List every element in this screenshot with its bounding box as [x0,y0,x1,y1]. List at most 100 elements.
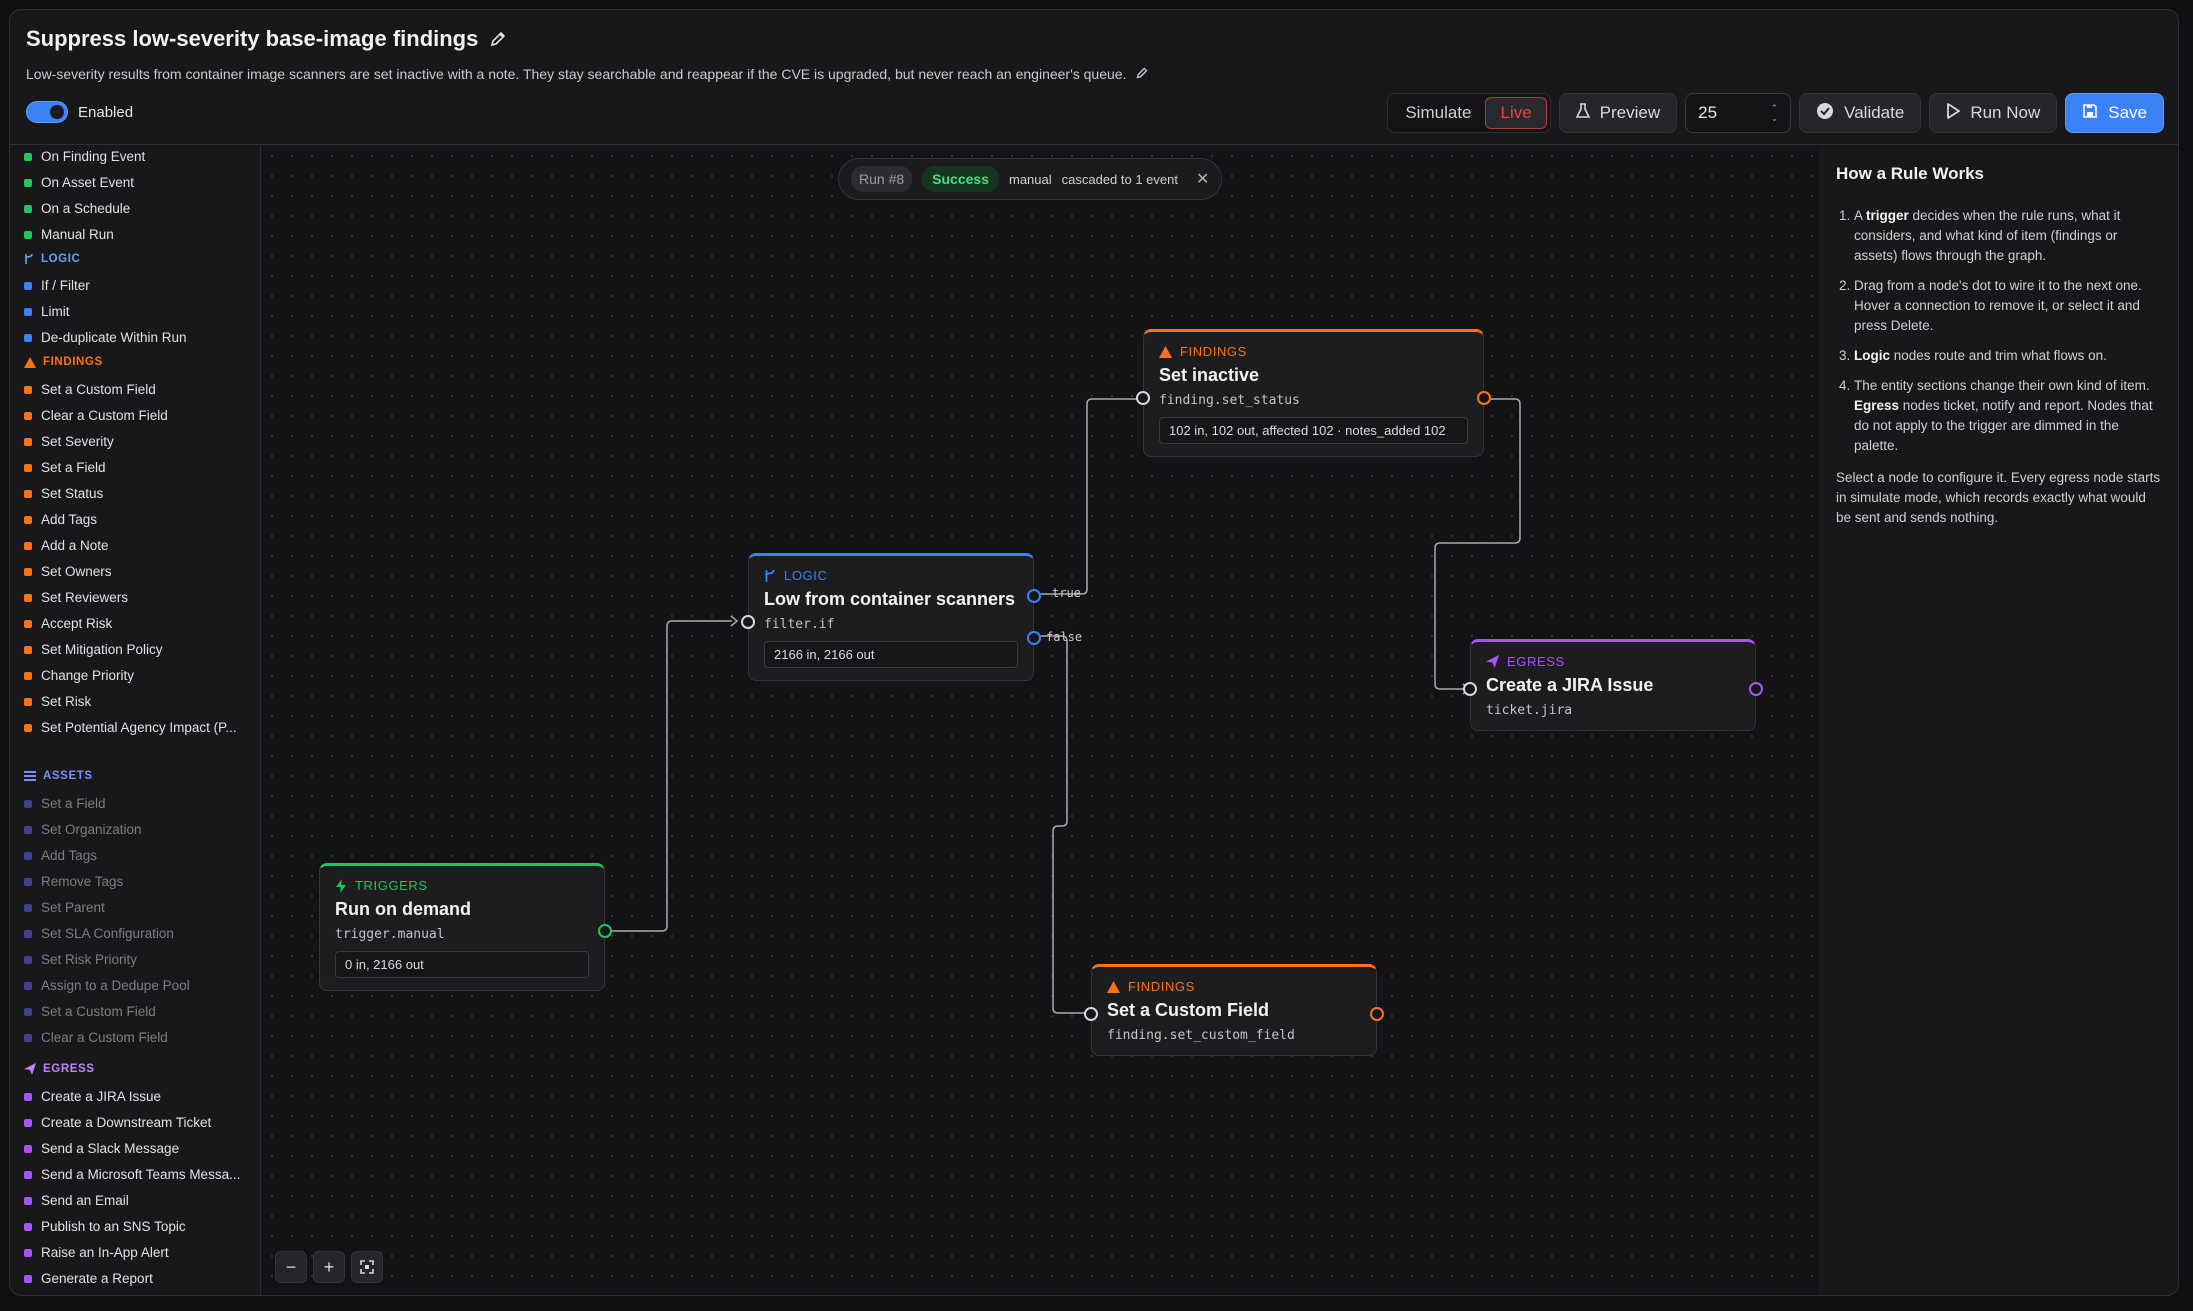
palette-dot [24,697,32,706]
palette-item[interactable]: Set Parent [24,900,105,915]
live-mode-button[interactable]: Live [1485,97,1547,129]
output-port[interactable] [1477,391,1491,405]
palette-item[interactable]: Add Tags [24,848,97,863]
input-port[interactable] [1463,682,1477,696]
palette-item[interactable]: Set Risk Priority [24,952,137,967]
palette-item[interactable]: Add Tags [24,512,97,527]
help-panel: How a Rule Works A trigger decides when … [1820,146,2178,1295]
palette-item[interactable]: Send an Email [24,1193,129,1208]
input-port[interactable] [741,615,755,629]
fit-view-button[interactable] [351,1251,383,1283]
stepper-up-icon[interactable]: ⌃ [1771,103,1779,113]
palette-item[interactable]: Set Potential Agency Impact (P... [24,720,237,735]
false-branch-label: false [1046,630,1083,644]
node-findings-set-inactive[interactable]: FINDINGS Set inactive finding.set_status… [1136,329,1491,457]
false-output-port[interactable] [1027,631,1041,645]
palette-item[interactable]: Create a JIRA Issue [24,1089,161,1104]
palette-item[interactable]: Create a Downstream Ticket [24,1115,211,1130]
edit-description-pencil-icon[interactable] [1136,66,1152,82]
palette-item[interactable]: Set SLA Configuration [24,926,174,941]
palette-item-on-a-schedule[interactable]: On a Schedule [24,201,130,216]
palette-item[interactable]: Set a Custom Field [24,1004,156,1019]
node-egress-jira[interactable]: EGRESS Create a JIRA Issue ticket.jira [1463,639,1763,731]
palette-item[interactable]: Send a Slack Message [24,1141,179,1156]
node-findings-set-custom-field[interactable]: FINDINGS Set a Custom Field finding.set_… [1084,964,1384,1056]
help-footer: Select a node to configure it. Every egr… [1836,470,2161,525]
palette-item[interactable]: Publish to an SNS Topic [24,1219,186,1234]
help-step-bold: Logic [1854,348,1890,363]
palette-item[interactable]: Change Priority [24,668,134,683]
input-port[interactable] [1084,1007,1098,1021]
palette-item[interactable]: Set Organization [24,822,142,837]
node-palette: On Finding Event On Asset Event On a Sch… [10,146,261,1295]
zoom-in-button[interactable]: + [313,1251,345,1283]
palette-item[interactable]: Raise an In-App Alert [24,1245,169,1260]
palette-item[interactable]: Add a Note [24,538,109,553]
node-logic-filter[interactable]: LOGIC Low from container scanners filter… [741,553,1041,681]
stack-icon [24,771,36,781]
palette-dot [24,1092,32,1101]
palette-item-if-filter[interactable]: If / Filter [24,278,90,293]
mode-segmented-control: Simulate Live [1387,93,1551,133]
palette-label: Set a Custom Field [41,1004,156,1019]
enabled-toggle[interactable] [26,101,68,123]
preview-button[interactable]: Preview [1558,93,1678,133]
save-button[interactable]: Save [2065,93,2164,133]
palette-section-label: LOGIC [41,253,81,265]
palette-label: Set Reviewers [41,590,129,605]
help-step: The entity sections change their own kin… [1854,376,2162,456]
node-type: finding.set_status [1159,393,1300,408]
palette-dot [24,1144,32,1153]
palette-item[interactable]: Clear a Custom Field [24,1030,168,1045]
branch-icon [765,569,775,582]
preview-count-stepper[interactable]: ⌃⌄ [1685,93,1792,133]
close-icon[interactable]: ✕ [1196,169,1209,189]
input-port[interactable] [1136,391,1150,405]
palette-item-manual-run[interactable]: Manual Run [24,227,114,242]
node-trigger-run-on-demand[interactable]: TRIGGERS Run on demand trigger.manual 0 … [319,863,612,991]
palette-dot [24,1170,32,1179]
simulate-mode-button[interactable]: Simulate [1391,97,1485,129]
palette-item[interactable]: Set Status [24,486,103,501]
palette-dot [24,851,32,860]
output-port[interactable] [1370,1007,1384,1021]
palette-item[interactable]: Remove Tags [24,874,123,889]
palette-item-deduplicate[interactable]: De-duplicate Within Run [24,330,187,345]
edit-title-pencil-icon[interactable] [490,31,506,47]
lightning-icon [336,878,346,893]
run-now-button[interactable]: Run Now [1929,93,2058,133]
palette-item[interactable]: Assign to a Dedupe Pool [24,978,190,993]
node-title: Set a Custom Field [1107,1000,1270,1020]
palette-dot [24,385,32,394]
run-mode-text: manual [1008,171,1052,187]
palette-item-on-asset-event[interactable]: On Asset Event [24,175,134,190]
palette-item[interactable]: Set a Custom Field [24,382,156,397]
stepper-arrows[interactable]: ⌃ ⌄ [1771,103,1779,123]
wire-trigger-to-filter [596,620,732,932]
palette-item[interactable]: Set Owners [24,564,112,579]
palette-item[interactable]: Generate a Report [24,1271,153,1286]
preview-count-input[interactable] [1698,103,1759,123]
palette-item-limit[interactable]: Limit [24,304,70,319]
help-step: Logic nodes route and trim what flows on… [1854,346,2162,366]
palette-item[interactable]: Clear a Custom Field [24,408,168,423]
palette-item[interactable]: Set Mitigation Policy [24,642,163,657]
palette-dot [24,1118,32,1127]
true-output-port[interactable] [1027,589,1041,603]
palette-item[interactable]: Set a Field [24,796,106,811]
zoom-out-button[interactable]: − [275,1251,307,1283]
palette-item[interactable]: Accept Risk [24,616,112,631]
output-port[interactable] [1749,682,1763,696]
palette-item[interactable]: Set Severity [24,434,114,449]
palette-dot [24,1274,32,1283]
wire-filter-true-to-set-inactive [1033,398,1143,595]
palette-item-on-finding-event[interactable]: On Finding Event [24,149,145,164]
palette-item[interactable]: Set Reviewers [24,590,128,605]
stepper-down-icon[interactable]: ⌄ [1771,113,1779,123]
palette-item[interactable]: Send a Microsoft Teams Messa... [24,1167,240,1182]
rule-graph-canvas[interactable]: Run #8 Success manual cascaded to 1 even… [262,146,1819,1295]
validate-button[interactable]: Validate [1799,93,1922,133]
palette-item[interactable]: Set Risk [24,694,91,709]
palette-item[interactable]: Set a Field [24,460,106,475]
output-port[interactable] [598,924,612,938]
